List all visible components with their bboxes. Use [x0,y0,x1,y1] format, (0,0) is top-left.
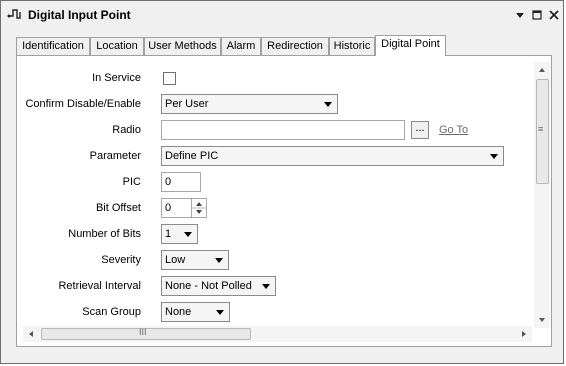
digital-input-point-window: Digital Input Point Identification Locat… [0,0,564,364]
chevron-down-icon [216,310,224,315]
digital-point-panel: In Service Confirm Disable/Enable Per Us… [16,55,552,347]
tab-alarm[interactable]: Alarm [221,37,261,55]
window-title: Digital Input Point [28,8,131,22]
bit-offset-stepper[interactable]: 0 [161,198,207,218]
retrieval-interval-label: Retrieval Interval [58,280,141,292]
chevron-down-icon [215,258,223,263]
tab-location[interactable]: Location [90,37,144,55]
pic-label: PIC [122,176,141,188]
scroll-left-icon[interactable] [23,326,39,342]
tab-user-methods[interactable]: User Methods [144,37,221,55]
scan-group-label: Scan Group [82,306,141,318]
horizontal-scrollbar[interactable]: III [23,326,532,342]
vertical-scroll-thumb[interactable]: ≡ [536,79,549,184]
confirm-disable-enable-label: Confirm Disable/Enable [25,98,141,110]
number-of-bits-select[interactable]: 1 [161,224,198,244]
parameter-label: Parameter [89,150,141,162]
chevron-down-icon [262,284,270,289]
retrieval-interval-select[interactable]: None - Not Polled [161,276,276,296]
dropdown-icon[interactable] [513,8,527,22]
tab-bar: Identification Location User Methods Ala… [16,35,551,56]
close-icon[interactable] [547,8,561,22]
in-service-label: In Service [92,72,141,84]
scan-group-value: None [165,306,192,318]
vertical-scrollbar[interactable]: ≡ [534,62,550,328]
maximize-icon[interactable] [530,8,544,22]
title-bar[interactable]: Digital Input Point [1,1,563,29]
chevron-down-icon [184,232,192,237]
severity-label: Severity [101,254,141,266]
radio-goto-link[interactable]: Go To [439,124,468,136]
retrieval-interval-value: None - Not Polled [165,280,252,292]
in-service-checkbox[interactable] [163,72,176,85]
severity-value: Low [165,254,186,266]
tab-historic[interactable]: Historic [329,37,375,55]
severity-select[interactable]: Low [161,250,229,270]
number-of-bits-label: Number of Bits [68,228,141,240]
confirm-disable-enable-select[interactable]: Per User [161,94,338,114]
tab-identification[interactable]: Identification [16,37,90,55]
horizontal-scroll-thumb[interactable]: III [41,327,251,340]
vertical-thumb-grip: ≡ [538,124,544,134]
form-area: In Service Confirm Disable/Enable Per Us… [17,56,528,326]
radio-field[interactable] [161,120,405,140]
pic-value: 0 [165,176,172,188]
scroll-right-icon[interactable] [516,326,532,342]
chevron-down-icon [490,154,498,159]
tab-redirection[interactable]: Redirection [261,37,329,55]
scroll-down-icon[interactable] [534,312,550,328]
parameter-select[interactable]: Define PIC [161,146,504,166]
spin-arrows-icon[interactable] [191,199,206,217]
digital-signal-icon [7,9,21,19]
tab-digital-point[interactable]: Digital Point [375,35,446,56]
pic-field[interactable]: 0 [161,172,201,192]
horizontal-thumb-grip: III [139,327,147,337]
scan-group-select[interactable]: None [161,302,230,322]
confirm-disable-enable-value: Per User [165,98,209,110]
chevron-down-icon [324,102,332,107]
bit-offset-value: 0 [165,202,172,214]
scroll-up-icon[interactable] [534,62,550,78]
radio-label: Radio [112,124,141,136]
radio-browse-button[interactable]: ... [411,121,429,139]
bit-offset-label: Bit Offset [95,202,141,214]
parameter-value: Define PIC [165,150,219,162]
number-of-bits-value: 1 [165,228,172,240]
